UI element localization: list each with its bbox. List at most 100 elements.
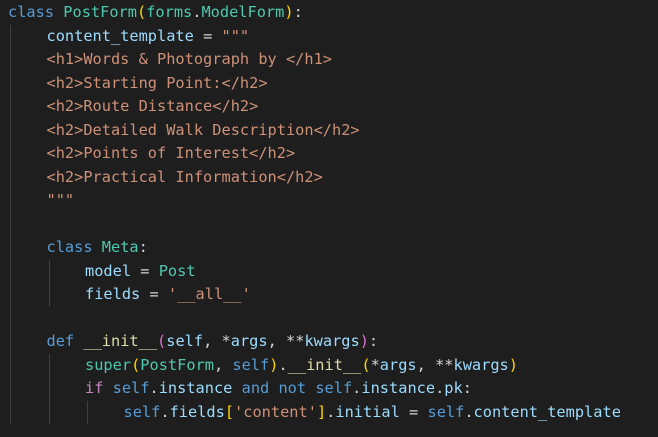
code-token: <h2>Route Distance</h2>	[46, 97, 259, 115]
code-token: model	[85, 261, 132, 280]
code-line[interactable]: <h1>Words & Photograph by </h1>	[47, 48, 333, 72]
code-token: =	[131, 261, 159, 280]
code-token: .	[160, 402, 170, 421]
code-token: """	[221, 26, 250, 45]
code-token: **	[286, 332, 305, 350]
code-token: )	[284, 3, 294, 21]
code-line[interactable]: <h2>Detailed Walk Description</h2>	[47, 119, 360, 143]
code-line[interactable]: model = Post	[85, 260, 196, 284]
code-token: (	[361, 355, 371, 374]
code-token: .	[352, 379, 362, 397]
code-line[interactable]: <h2>Practical Information</h2>	[47, 166, 323, 190]
code-token: .	[464, 402, 474, 421]
code-token: self	[427, 402, 465, 421]
code-token: def	[46, 332, 75, 350]
code-token: *	[370, 355, 380, 374]
code-token: (	[131, 355, 141, 374]
code-token: =	[399, 402, 428, 421]
code-token: args	[379, 355, 417, 374]
code-token: content_template	[473, 402, 621, 421]
code-token: args	[230, 332, 268, 350]
code-token: PostForm	[140, 355, 214, 374]
code-token: <h2>Starting Point:</h2>	[46, 73, 268, 92]
code-token: =	[193, 26, 222, 45]
indent-guide	[48, 259, 50, 307]
code-line[interactable]: content_template = """	[47, 25, 250, 49]
code-line[interactable]: class PostForm(forms.ModelForm):	[8, 1, 303, 25]
code-token: 'content'	[234, 402, 317, 421]
code-line[interactable]: <h2>Route Distance</h2>	[47, 95, 259, 119]
code-token: :	[462, 379, 472, 397]
code-token: ,	[203, 332, 222, 350]
code-token: self	[112, 379, 150, 397]
code-token: :	[293, 3, 303, 21]
code-token: '__all__'	[167, 285, 251, 303]
code-token: self	[123, 402, 161, 421]
code-token: [	[224, 402, 235, 421]
code-token: <h1>Words & Photograph by </h1>	[46, 50, 333, 68]
code-token: )	[359, 332, 369, 350]
code-editor[interactable]: class PostForm(forms.ModelForm): content_…	[0, 0, 658, 437]
code-token: .	[149, 379, 159, 397]
code-token: PostForm	[63, 3, 137, 21]
code-line[interactable]: super(PostForm, self).__init__(*args, **…	[85, 354, 518, 378]
code-token: __init__	[83, 332, 158, 350]
code-token: :	[138, 238, 148, 256]
code-token: .	[326, 402, 336, 421]
code-token: super	[85, 355, 132, 374]
code-token: **	[435, 355, 454, 374]
code-token: fields	[169, 402, 225, 421]
code-line[interactable]: def __init__(self, *args, **kwargs):	[47, 330, 379, 354]
code-token: content_template	[46, 26, 194, 45]
code-token: ,	[267, 332, 287, 350]
code-line[interactable]: self.fields['content'].initial = self.co…	[124, 401, 621, 425]
code-token: class	[46, 238, 93, 256]
code-token: class	[8, 3, 55, 21]
code-token: (	[136, 3, 147, 21]
code-token: and	[241, 379, 270, 397]
code-token: __init__	[287, 355, 362, 374]
code-token: Meta	[101, 238, 139, 256]
code-token: <h2>Detailed Walk Description</h2>	[46, 120, 360, 139]
code-token: <h2>Practical Information</h2>	[46, 167, 323, 186]
code-token: ,	[416, 355, 436, 374]
code-token: self	[315, 379, 353, 397]
code-token: )	[508, 355, 518, 374]
code-token: forms	[146, 3, 193, 21]
code-line[interactable]: if self.instance and not self.instance.p…	[85, 377, 472, 401]
indent-guide	[48, 353, 50, 424]
code-token: (	[157, 332, 167, 350]
code-line[interactable]: class Meta:	[47, 236, 148, 260]
code-token: *	[221, 332, 231, 350]
code-line[interactable]: <h2>Points of Interest</h2>	[47, 142, 296, 166]
code-token: Post	[158, 261, 196, 280]
code-token: <h2>Points of Interest</h2>	[46, 144, 296, 162]
code-token: pk	[444, 379, 463, 397]
code-line[interactable]: """	[47, 189, 75, 213]
code-token: not	[278, 379, 307, 397]
code-line[interactable]: fields = '__all__'	[85, 283, 251, 307]
code-token: self	[232, 355, 270, 374]
code-line[interactable]: <h2>Starting Point:</h2>	[47, 72, 268, 96]
code-token: =	[140, 285, 168, 303]
code-token: initial	[335, 402, 400, 421]
code-token: self	[166, 332, 204, 350]
code-token: ]	[316, 402, 327, 421]
code-token: fields	[85, 285, 141, 303]
indent-guide	[87, 400, 88, 424]
code-token: .	[435, 379, 445, 397]
code-token: if	[85, 379, 104, 397]
indent-guide	[10, 24, 11, 424]
code-token: kwargs	[304, 332, 360, 350]
code-token: instance	[361, 379, 436, 397]
code-token: .	[278, 355, 288, 374]
code-token: ModelForm	[201, 3, 285, 21]
code-token: kwargs	[453, 355, 509, 374]
code-token: ,	[213, 355, 233, 374]
